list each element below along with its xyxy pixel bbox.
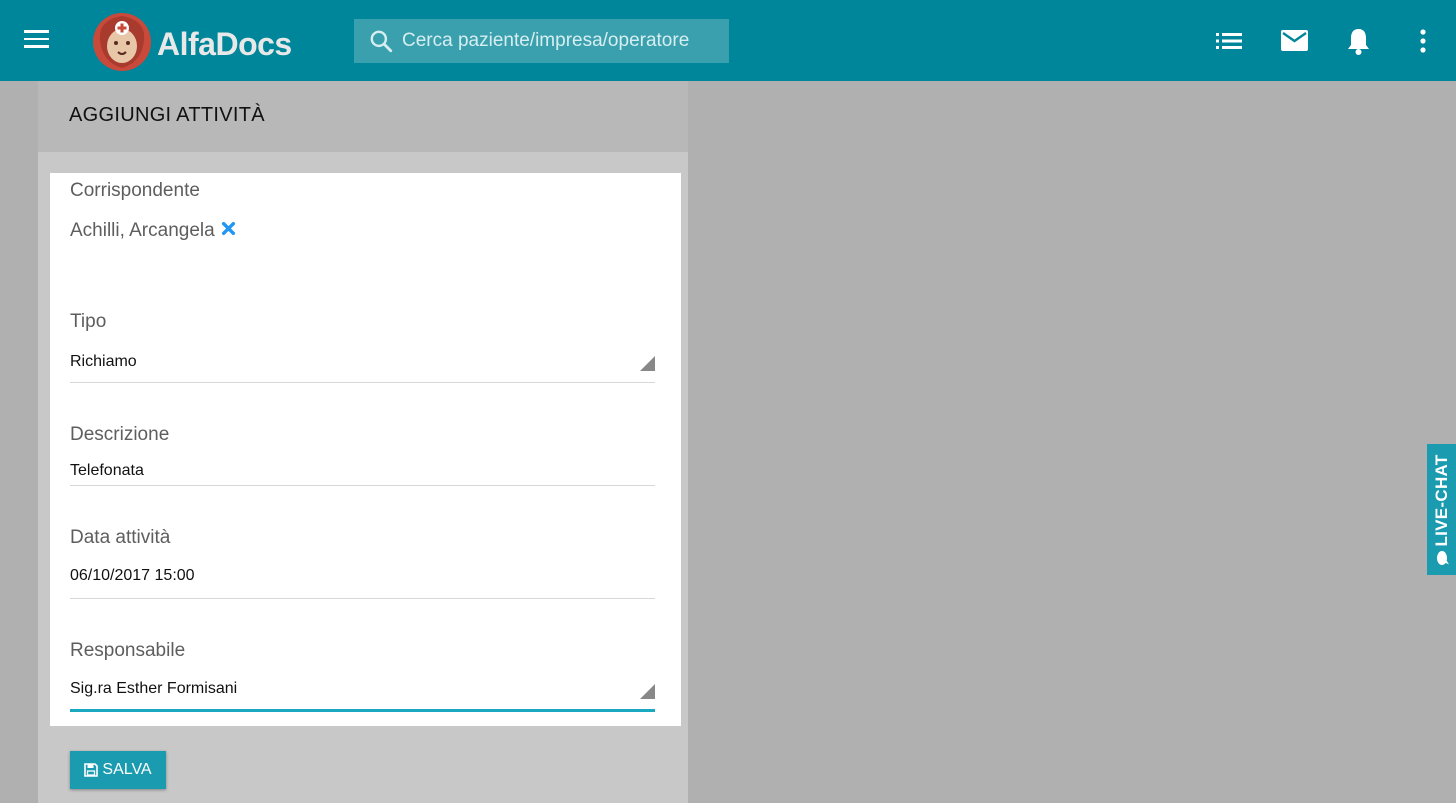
activity-form: Corrispondente Achilli, Arcangela Tipo R…: [50, 173, 681, 726]
dropdown-icon: [640, 684, 655, 699]
mail-icon[interactable]: [1281, 30, 1308, 51]
chat-icon: [1436, 550, 1448, 565]
tipo-select[interactable]: Richiamo: [70, 353, 655, 383]
save-button[interactable]: SALVA: [70, 751, 166, 789]
tipo-label: Tipo: [70, 311, 107, 332]
tipo-value: Richiamo: [70, 353, 137, 370]
search-input[interactable]: [402, 19, 722, 63]
data-attivita-input[interactable]: [70, 567, 655, 585]
live-chat-tab[interactable]: LIVE-CHAT: [1427, 444, 1456, 575]
dropdown-icon: [640, 356, 655, 371]
bell-icon[interactable]: [1347, 27, 1370, 55]
logo-icon[interactable]: [90, 10, 154, 72]
save-icon: [84, 763, 99, 777]
corrispondente-chip: Achilli, Arcangela: [70, 220, 236, 242]
save-button-label: SALVA: [102, 761, 152, 778]
corrispondente-label: Corrispondente: [70, 180, 200, 201]
corrispondente-value: Achilli, Arcangela: [70, 220, 215, 241]
panel-header: AGGIUNGI ATTIVITÀ: [38, 81, 688, 152]
descrizione-label: Descrizione: [70, 424, 170, 445]
data-attivita-label: Data attività: [70, 527, 171, 548]
more-vert-icon[interactable]: [1419, 29, 1427, 53]
panel-title: AGGIUNGI ATTIVITÀ: [69, 104, 265, 126]
responsabile-label: Responsabile: [70, 640, 186, 661]
responsabile-select[interactable]: Sig.ra Esther Formisani: [70, 680, 655, 712]
app-name: AlfaDocs: [157, 26, 292, 62]
descrizione-field[interactable]: [70, 462, 655, 486]
remove-icon[interactable]: [221, 220, 236, 242]
list-icon[interactable]: [1216, 31, 1242, 51]
data-attivita-field[interactable]: [70, 567, 655, 599]
search-box[interactable]: [354, 19, 729, 63]
search-icon: [370, 30, 393, 53]
menu-icon[interactable]: [24, 30, 49, 48]
live-chat-label: LIVE-CHAT: [1431, 453, 1451, 547]
responsabile-value: Sig.ra Esther Formisani: [70, 680, 238, 697]
descrizione-input[interactable]: [70, 462, 655, 480]
top-bar: AlfaDocs: [0, 0, 1456, 81]
add-activity-panel: AGGIUNGI ATTIVITÀ Corrispondente Achilli…: [38, 81, 688, 803]
